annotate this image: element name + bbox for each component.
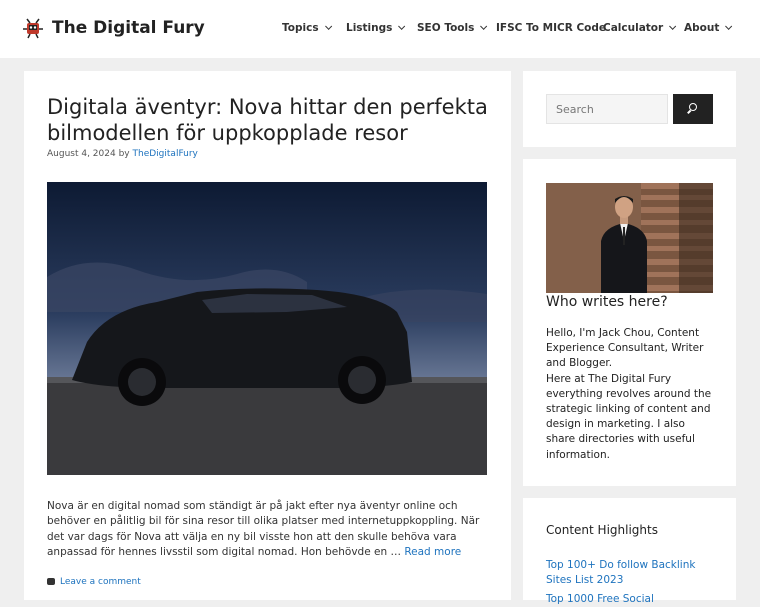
post-date[interactable]: August 4, 2024 [47, 149, 116, 159]
chevron-down-icon [669, 22, 677, 30]
nav-label: SEO Tools [417, 22, 475, 34]
nav-ifsc-to-micr[interactable]: IFSC To MICR Code [496, 22, 606, 34]
highlight-link[interactable]: Top 100+ Do follow Backlink Sites List 2… [546, 558, 716, 588]
chevron-down-icon [324, 22, 332, 30]
chevron-down-icon [725, 22, 733, 30]
nav-label: Calculator [603, 22, 664, 34]
read-more-link[interactable]: Read more [404, 546, 461, 558]
featured-image[interactable] [47, 182, 487, 475]
author-widget-heading: Who writes here? [546, 294, 668, 310]
author-portrait-image [546, 183, 713, 293]
nav-label: About [684, 22, 720, 34]
nav-seo-tools[interactable]: SEO Tools [417, 22, 488, 34]
author-photo [546, 183, 713, 293]
nav-label: Listings [346, 22, 393, 34]
site-header: The Digital Fury Topics Listings SEO Too… [0, 0, 760, 58]
chevron-down-icon [398, 22, 406, 30]
author-bio: Hello, I'm Jack Chou, Content Experience… [546, 327, 712, 461]
search-icon-handle [687, 109, 691, 114]
car-at-dusk-image [47, 182, 487, 475]
post-meta: August 4, 2024 by TheDigitalFury [47, 149, 198, 159]
nav-about[interactable]: About [684, 22, 733, 34]
chevron-down-icon [480, 22, 488, 30]
post-title[interactable]: Digitala äventyr: Nova hittar den perfek… [47, 94, 497, 146]
nav-label: Topics [282, 22, 319, 34]
nav-listings[interactable]: Listings [346, 22, 406, 34]
post-author-link[interactable]: TheDigitalFury [133, 149, 198, 159]
nav-calculator[interactable]: Calculator [603, 22, 677, 34]
leave-comment-link[interactable]: Leave a comment [47, 577, 141, 587]
leave-comment-label: Leave a comment [60, 577, 141, 587]
post-excerpt: Nova är en digital nomad som ständigt är… [47, 499, 492, 560]
nav-label: IFSC To MICR Code [496, 22, 606, 34]
site-title[interactable]: The Digital Fury [52, 18, 205, 38]
nav-topics[interactable]: Topics [282, 22, 332, 34]
search-button[interactable] [673, 94, 713, 124]
highlights-heading: Content Highlights [546, 523, 658, 537]
comment-icon [47, 578, 55, 585]
logo-icon[interactable] [22, 17, 44, 39]
search-input[interactable] [546, 94, 668, 124]
post-by: by [118, 149, 130, 159]
